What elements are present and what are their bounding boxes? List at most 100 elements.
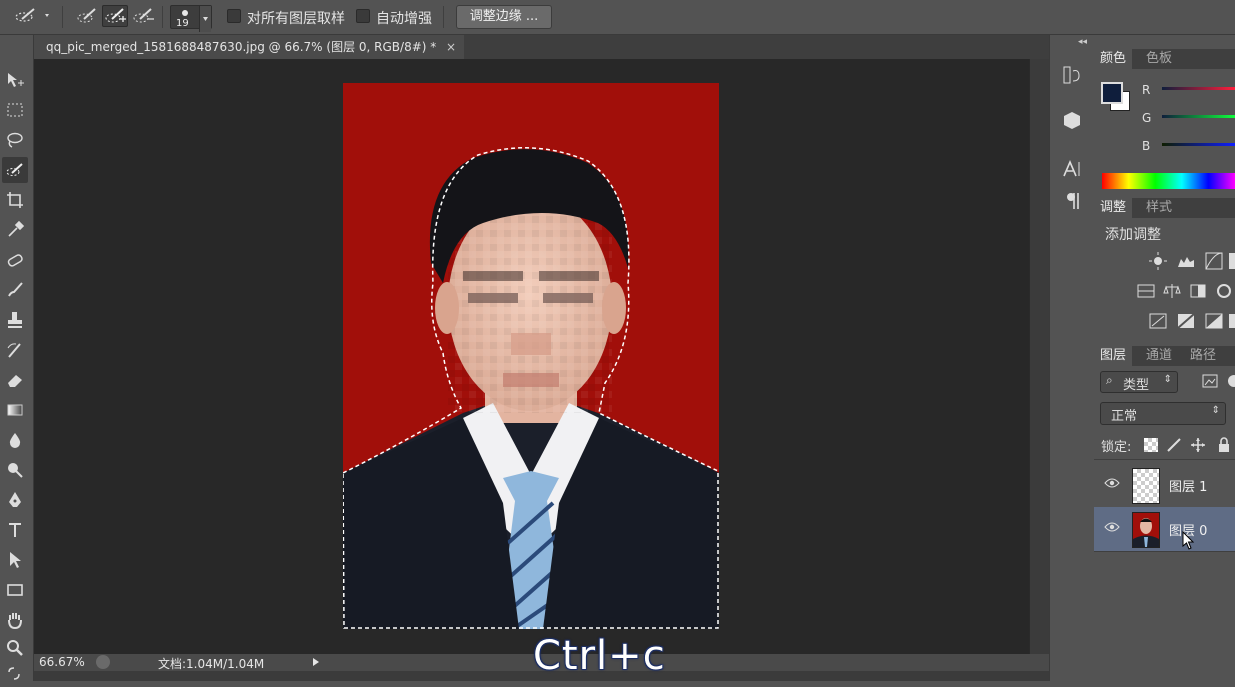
crop-tool[interactable]	[2, 187, 28, 213]
lock-transparency-icon[interactable]	[1144, 438, 1158, 452]
crop-icon	[7, 192, 23, 208]
add-to-selection-button[interactable]	[102, 5, 128, 27]
zoom-level[interactable]: 66.67%	[39, 655, 85, 669]
dodge-tool[interactable]	[2, 457, 28, 483]
black-white-icon[interactable]	[1188, 281, 1208, 301]
blend-mode-select[interactable]: 正常 ⇕	[1100, 402, 1226, 425]
auto-enhance-checkbox[interactable]	[356, 9, 370, 23]
green-slider[interactable]	[1162, 115, 1235, 118]
lock-all-icon[interactable]	[1216, 437, 1232, 453]
tool-preset-picker[interactable]	[10, 5, 52, 27]
gradient-tool[interactable]	[2, 397, 28, 423]
tab-adjustments[interactable]: 调整	[1094, 198, 1133, 218]
image-canvas[interactable]	[343, 83, 719, 629]
eye-icon[interactable]	[1104, 477, 1120, 492]
eraser-icon	[8, 375, 22, 387]
tab-swatches[interactable]: 色板	[1140, 49, 1178, 69]
lock-pixels-icon[interactable]	[1166, 437, 1182, 453]
tab-channels[interactable]: 通道	[1140, 346, 1178, 366]
lasso-icon	[7, 132, 23, 148]
channel-b-label: B	[1142, 139, 1151, 153]
auto-enhance-label: 自动增强	[376, 11, 432, 27]
shape-tool[interactable]	[2, 577, 28, 603]
search-icon: ⌕	[1106, 373, 1113, 387]
color-panel-tabs: 颜色 色板	[1094, 49, 1235, 69]
invert-icon[interactable]	[1148, 311, 1168, 331]
hand-icon	[8, 613, 22, 630]
move-tool[interactable]	[2, 67, 28, 93]
refine-edge-button[interactable]: 调整边缘 ...	[456, 5, 552, 29]
lock-position-icon[interactable]	[1190, 437, 1206, 453]
separator	[62, 6, 63, 28]
quick-selection-tool[interactable]	[2, 157, 28, 183]
eraser-tool[interactable]	[2, 367, 28, 393]
layer-filter-select[interactable]: ⌕ 类型 ⇕	[1100, 371, 1178, 393]
layer-row-selected[interactable]: 图层 0	[1094, 507, 1235, 552]
marquee-tool[interactable]	[2, 97, 28, 123]
clone-stamp-tool[interactable]	[2, 307, 28, 333]
hue-saturation-icon[interactable]	[1136, 281, 1156, 301]
history-panel-icon[interactable]	[1060, 63, 1084, 87]
tab-layers[interactable]: 图层	[1094, 346, 1133, 366]
chevron-updown-icon: ⇕	[1211, 405, 1220, 416]
stamp-icon	[8, 312, 22, 328]
healing-brush-tool[interactable]	[2, 247, 28, 273]
close-icon[interactable]: ×	[446, 35, 456, 59]
status-info-icon[interactable]	[96, 655, 110, 669]
type-tool[interactable]	[2, 517, 28, 543]
color-spectrum-bar[interactable]	[1102, 173, 1235, 189]
zoom-tool[interactable]	[2, 635, 28, 661]
gradient-map-icon[interactable]	[1228, 311, 1235, 331]
collapsed-panel-strip: ◂◂	[1049, 35, 1095, 681]
quick-selection-icon	[6, 163, 23, 176]
vertical-scrollbar[interactable]	[1029, 59, 1050, 654]
color-balance-icon[interactable]	[1162, 281, 1182, 301]
red-slider[interactable]	[1162, 87, 1235, 90]
layer-row[interactable]: 图层 1	[1094, 463, 1235, 508]
image-filter-icon[interactable]	[1202, 373, 1218, 389]
brush-size-picker[interactable]: 19	[170, 5, 212, 32]
brush-tool[interactable]	[2, 277, 28, 303]
blur-tool[interactable]	[2, 427, 28, 453]
pen-icon	[9, 492, 21, 507]
history-brush-tool[interactable]	[2, 337, 28, 363]
tab-paths[interactable]: 路径	[1184, 346, 1222, 366]
pen-tool[interactable]	[2, 487, 28, 513]
foreground-color-swatch[interactable]	[1101, 82, 1123, 104]
layer-name[interactable]: 图层 1	[1169, 476, 1207, 495]
lasso-tool[interactable]	[2, 127, 28, 153]
history-brush-icon	[7, 343, 21, 358]
levels-icon[interactable]	[1176, 251, 1196, 271]
tab-styles[interactable]: 样式	[1140, 198, 1178, 218]
character-panel-icon[interactable]	[1060, 157, 1084, 181]
brush-size-value: 19	[176, 18, 189, 29]
adjustment-filter-icon[interactable]	[1226, 373, 1235, 389]
hand-tool[interactable]	[2, 607, 28, 633]
path-selection-tool[interactable]	[2, 547, 28, 573]
new-selection-button[interactable]	[74, 5, 100, 27]
brush-add-icon	[105, 8, 126, 23]
eye-icon[interactable]	[1104, 521, 1120, 536]
collapse-icon[interactable]: ◂◂	[1078, 37, 1087, 47]
photo-filter-icon[interactable]	[1214, 281, 1234, 301]
paragraph-panel-icon[interactable]	[1060, 189, 1084, 213]
swap-colors-button[interactable]	[2, 661, 28, 687]
exposure-icon[interactable]	[1228, 251, 1235, 271]
document-tab[interactable]: qq_pic_merged_1581688487630.jpg @ 66.7% …	[34, 35, 464, 59]
chevron-updown-icon: ⇕	[1163, 374, 1172, 385]
adjustments-panel-tabs: 调整 样式	[1094, 198, 1235, 218]
posterize-icon[interactable]	[1176, 311, 1196, 331]
eyedropper-tool[interactable]	[2, 217, 28, 243]
sample-all-layers-checkbox[interactable]	[227, 9, 241, 23]
quick-selection-preset-icon	[15, 8, 49, 22]
subtract-from-selection-button[interactable]	[130, 5, 156, 27]
blue-slider[interactable]	[1162, 143, 1235, 146]
right-panels: 颜色 色板 R G B 调整 样式 添加调整 图层 通道 路径 ⌕ 类型 ⇕ 正…	[1094, 35, 1235, 681]
3d-panel-icon[interactable]	[1060, 109, 1084, 133]
brightness-icon[interactable]	[1148, 251, 1168, 271]
play-arrow-icon[interactable]	[310, 655, 322, 669]
threshold-icon[interactable]	[1204, 311, 1224, 331]
chevron-down-icon[interactable]	[199, 6, 211, 32]
tab-color[interactable]: 颜色	[1094, 49, 1133, 69]
curves-icon[interactable]	[1204, 251, 1224, 271]
